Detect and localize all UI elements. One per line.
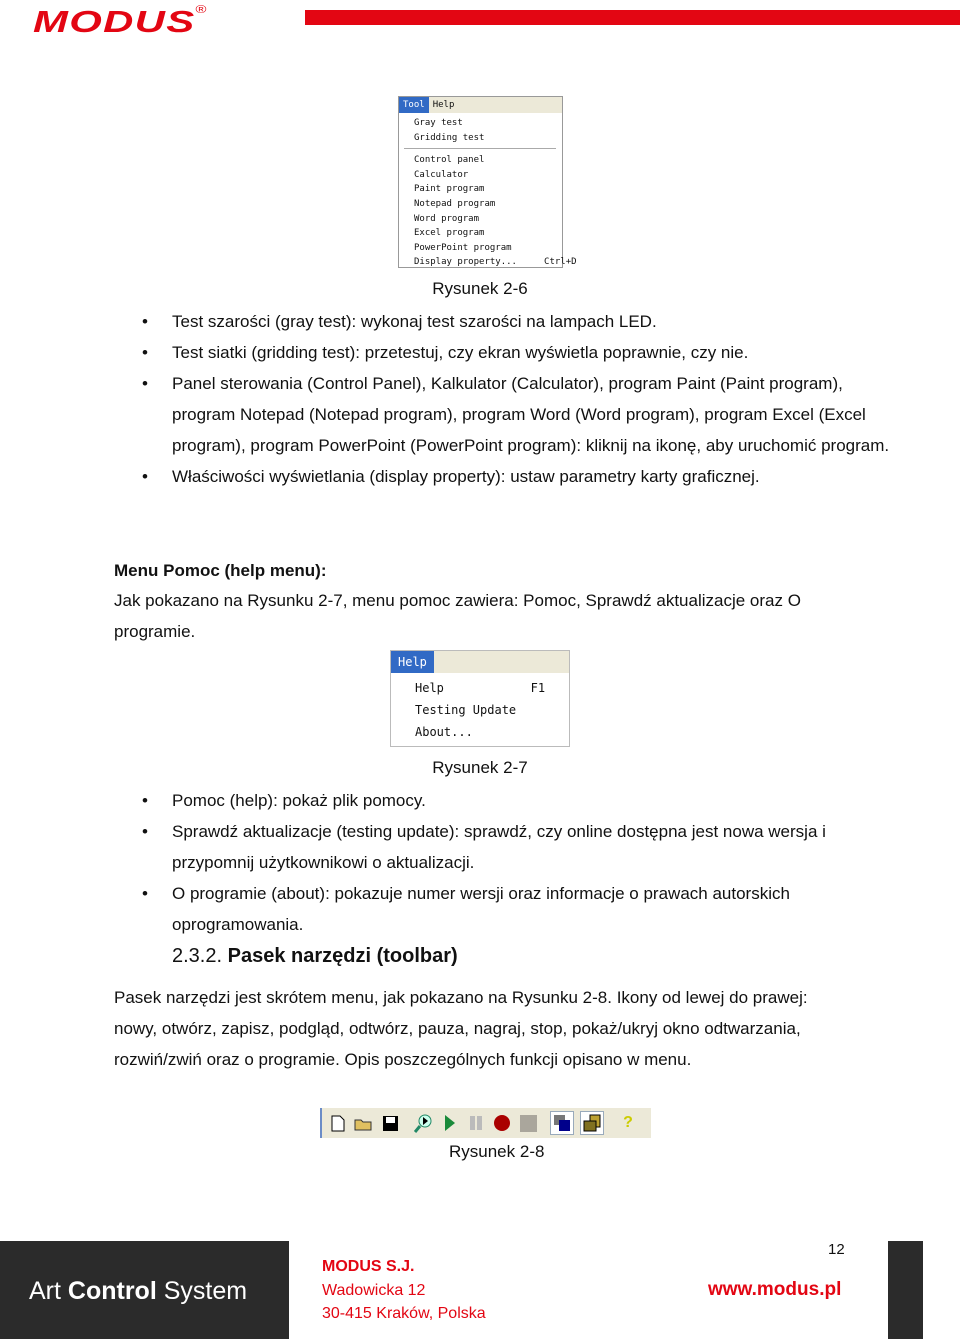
tool-menu-figure: Tool Help Gray test Gridding test Control… [398,96,577,270]
help-bullets: Pomoc (help): pokaż plik pomocy. Sprawdź… [0,785,826,940]
menu-item[interactable]: Paint program [414,182,562,197]
open-icon[interactable] [354,1113,374,1133]
figure-caption: Rysunek 2-6 [432,279,528,298]
menu-help[interactable]: Help [429,97,459,113]
pause-icon[interactable] [466,1113,486,1133]
tool-bullets: Test szarości (gray test): wykonaj test … [0,306,889,492]
list-item: Sprawdź aktualizacje (testing update): s… [114,816,904,878]
page-number: 12 [828,1241,845,1258]
stop-icon[interactable] [518,1113,538,1133]
save-icon[interactable] [380,1113,400,1133]
list-item: Właściwości wyświetlania (display proper… [114,461,904,492]
header-bar [305,10,960,25]
menu-item[interactable]: Gray test [414,116,562,131]
menu-tool[interactable]: Tool [399,97,429,113]
play-icon[interactable] [440,1113,460,1133]
menu-item[interactable]: Display property... Ctrl+D [414,255,577,270]
expand-collapse-icon[interactable] [580,1111,604,1135]
footer-brand: Art Control System [0,1241,289,1339]
list-item: Pomoc (help): pokaż plik pomocy. [114,785,904,816]
show-hide-window-icon[interactable] [550,1111,574,1135]
new-icon[interactable] [328,1113,348,1133]
menu-help[interactable]: Help [391,651,434,673]
website-link[interactable]: www.modus.pl [708,1279,841,1301]
toolbar-figure: ? [320,1108,651,1138]
modus-logo: MODUS® [33,4,208,39]
toolbar-text: Pasek narzędzi jest skrótem menu, jak po… [114,988,808,1069]
menu-item[interactable]: Word program [414,212,562,227]
menu-item[interactable]: Control panel [414,153,562,168]
list-item: Panel sterowania (Control Panel), Kalkul… [114,368,904,461]
menu-item[interactable]: Calculator [414,168,562,183]
help-intro: Jak pokazano na Rysunku 2-7, menu pomoc … [114,591,801,641]
help-menu-figure: Help Help F1 Testing Update About... [390,650,570,747]
menu-item[interactable]: Notepad program [414,197,562,212]
figure-caption: Rysunek 2-7 [432,758,528,777]
footer-address: MODUS S.J. Wadowicka 12 30-415 Kraków, P… [322,1258,486,1322]
menu-item-about[interactable]: About... [415,721,569,743]
list-item: Test szarości (gray test): wykonaj test … [114,306,904,337]
preview-icon[interactable] [414,1113,434,1133]
figure-caption: Rysunek 2-8 [449,1142,545,1161]
help-heading: Menu Pomoc (help menu): [114,561,327,580]
footer-block [888,1241,923,1339]
menu-item[interactable]: Excel program [414,226,562,241]
list-item: Test siatki (gridding test): przetestuj,… [114,337,904,368]
menu-item[interactable]: Gridding test [414,131,562,146]
menu-item[interactable]: PowerPoint program [414,241,562,256]
section-heading: 2.3.2. Pasek narzędzi (toolbar) [172,945,458,967]
menu-item-testing-update[interactable]: Testing Update [415,699,569,721]
list-item: O programie (about): pokazuje numer wers… [114,878,904,940]
about-icon[interactable]: ? [618,1113,638,1133]
record-icon[interactable] [492,1113,512,1133]
menu-item-help[interactable]: Help F1 [415,677,569,699]
